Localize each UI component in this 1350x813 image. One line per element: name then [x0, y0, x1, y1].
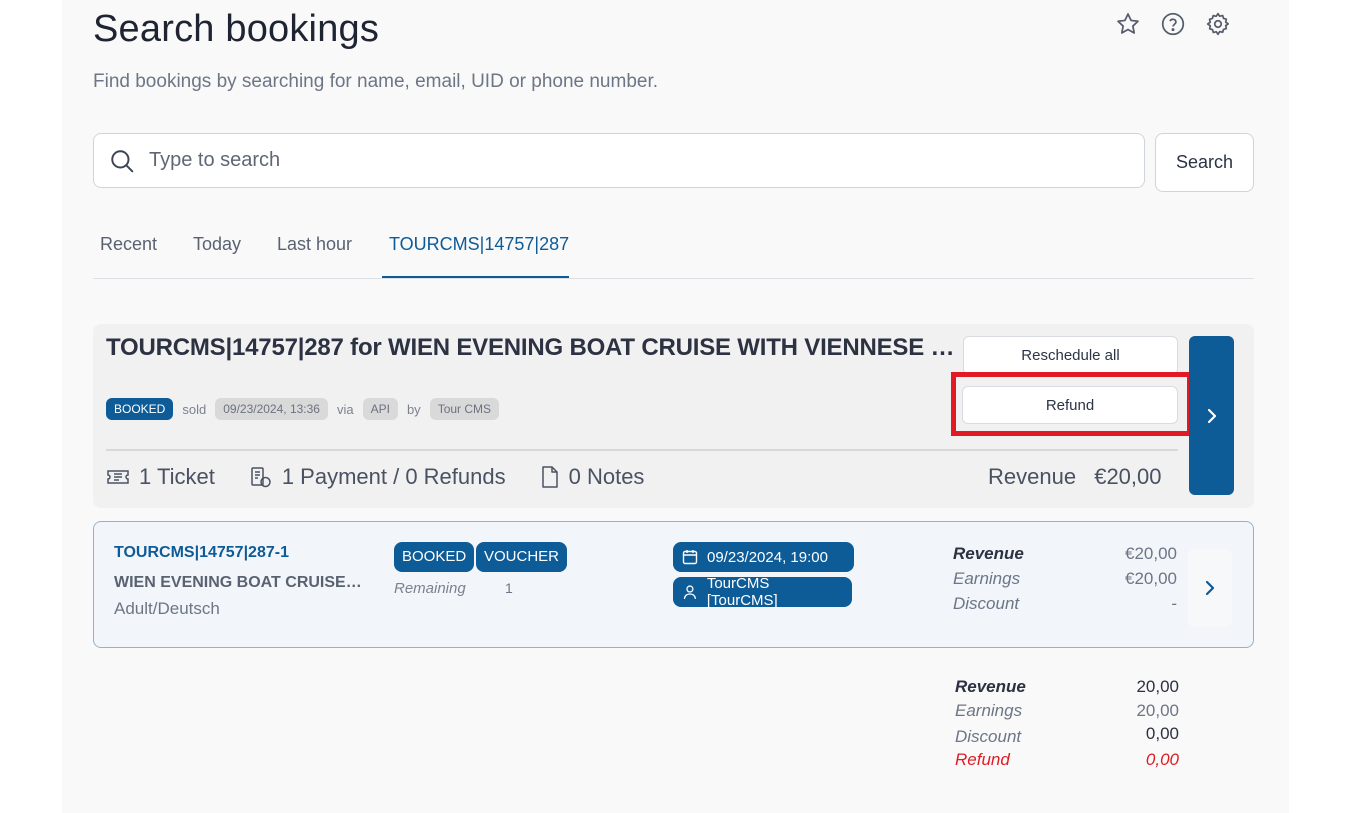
total-earnings-label: Earnings: [955, 701, 1023, 720]
ticket-type: Adult/Deutsch: [114, 599, 220, 618]
page-subtitle: Find bookings by searching for name, ema…: [93, 71, 659, 92]
revenue-label: Revenue: [988, 464, 1077, 489]
ticket-revenue-label: Revenue: [953, 544, 1024, 563]
booking-meta: BOOKED sold 09/23/2024, 13:36 via API by…: [106, 398, 500, 420]
notes-stat: 0 Notes: [540, 464, 644, 490]
tab-bar: Recent Today Last hour TOURCMS|14757|287: [93, 222, 1254, 279]
ticket-date-chip: 09/23/2024, 19:00: [673, 542, 854, 572]
ticket-earnings-label: Earnings: [953, 569, 1021, 588]
via-label: via: [336, 401, 354, 417]
chevron-right-icon: [1207, 408, 1216, 423]
seller-badge: Tour CMS: [429, 398, 500, 420]
ticket-provider-chip: TourCMS [TourCMS]: [673, 575, 852, 609]
search-box: [93, 133, 1145, 188]
tab-recent[interactable]: Recent: [93, 222, 164, 278]
remaining-value: 1: [505, 580, 513, 596]
sold-label: sold: [182, 401, 207, 417]
ticket-id[interactable]: TOURCMS|14757|287-1: [114, 544, 289, 562]
refund-highlight-box: [951, 372, 1192, 436]
payments-stat: 1 Payment / 0 Refunds: [249, 464, 506, 490]
document-icon: [541, 466, 558, 488]
by-label: by: [406, 401, 421, 417]
ticket-earnings-value: €20,00: [1125, 569, 1177, 588]
ticket-discount-label: Discount: [953, 594, 1020, 613]
booking-stats: 1 Ticket 1 Payment / 0 Refunds 0 Notes: [106, 464, 678, 490]
card-divider: [106, 449, 1178, 451]
star-icon[interactable]: [1115, 11, 1141, 37]
booking-title: TOURCMS|14757|287 for WIEN EVENING BOAT …: [106, 334, 964, 361]
gear-icon[interactable]: [1205, 11, 1231, 37]
total-discount-value: 0,00: [1145, 724, 1179, 743]
revenue-value: €20,00: [1094, 464, 1162, 489]
search-input[interactable]: [149, 149, 1109, 172]
help-icon[interactable]: [1160, 11, 1186, 37]
page-title: Search bookings: [93, 8, 380, 50]
user-icon: [683, 585, 697, 599]
ticket-product-name: WIEN EVENING BOAT CRUISE WITH VIENNESE M…: [114, 574, 364, 591]
tab-last-hour[interactable]: Last hour: [270, 222, 359, 278]
status-badge: BOOKED: [106, 398, 174, 420]
ticket-discount-value: -: [1171, 594, 1177, 613]
tickets-stat: 1 Ticket: [106, 464, 215, 490]
booking-revenue: Revenue €20,00: [988, 464, 1162, 490]
reschedule-all-button[interactable]: Reschedule all: [963, 336, 1178, 375]
tab-today[interactable]: Today: [186, 222, 248, 278]
ticket-icon: [107, 470, 129, 484]
open-booking-button[interactable]: [1189, 336, 1234, 495]
payment-icon: [251, 467, 271, 488]
open-ticket-button[interactable]: [1188, 549, 1232, 627]
total-earnings-value: 20,00: [1136, 701, 1179, 720]
channel-badge: API: [362, 398, 398, 420]
ticket-status-badge: BOOKED: [394, 542, 475, 572]
total-refund-label: Refund: [955, 750, 1010, 769]
sold-date: 09/23/2024, 13:36: [215, 398, 328, 420]
total-refund-value: 0,00: [1145, 750, 1179, 769]
remaining-label: Remaining: [394, 580, 466, 597]
voucher-badge: VOUCHER: [476, 542, 568, 572]
ticket-revenue-value: €20,00: [1125, 544, 1177, 563]
header-actions: [1115, 11, 1231, 37]
total-discount-label: Discount: [955, 727, 1022, 746]
search-button[interactable]: Search: [1155, 133, 1254, 192]
tab-booking-result[interactable]: TOURCMS|14757|287: [382, 222, 569, 278]
total-revenue-label: Revenue: [955, 677, 1026, 696]
total-revenue-value: 20,00: [1136, 677, 1179, 696]
calendar-icon: [682, 550, 698, 565]
chevron-right-icon: [1205, 580, 1215, 596]
search-icon: [111, 149, 134, 172]
